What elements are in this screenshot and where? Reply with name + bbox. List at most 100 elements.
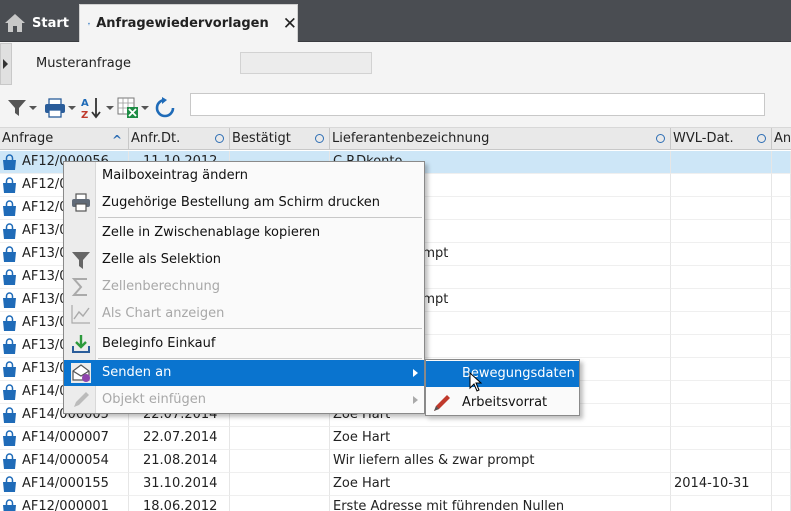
print-dropdown-button[interactable] <box>44 96 76 120</box>
table-cell-wvl[interactable] <box>671 289 772 312</box>
column-option-icon[interactable] <box>215 134 224 143</box>
refresh-button[interactable] <box>154 96 176 120</box>
table-cell-wvl[interactable] <box>671 312 772 335</box>
table-cell-wvl[interactable] <box>671 266 772 289</box>
table-cell-wvl[interactable] <box>671 358 772 381</box>
menu-item-arbeitsvorrat[interactable]: Arbeitsvorrat <box>426 390 579 416</box>
table-cell-an[interactable] <box>772 312 791 335</box>
table-cell-an[interactable] <box>772 243 791 266</box>
table-cell-anfrage[interactable]: AF14/000007 <box>0 427 129 450</box>
table-row[interactable]: AF14/000054 21.08.2014 Wir liefern alles &… <box>0 450 791 473</box>
menu-item-label: Arbeitsvorrat <box>462 395 548 410</box>
column-header-lieferant[interactable]: Lieferantenbezeichnung <box>330 128 671 150</box>
download-icon <box>72 335 90 353</box>
table-cell-an[interactable] <box>772 450 791 473</box>
table-cell-an[interactable] <box>772 197 791 220</box>
table-cell-anfrage[interactable]: AF12/000001 <box>0 496 129 511</box>
table-cell-an[interactable] <box>772 496 791 511</box>
column-option-icon[interactable] <box>656 134 665 143</box>
export-dropdown-button[interactable] <box>117 96 149 120</box>
table-row[interactable]: AF14/000007 22.07.2014 Zoe Hart <box>0 427 791 450</box>
table-cell-wvl[interactable] <box>671 174 772 197</box>
menu-item-zelle-als-selektion[interactable]: Zelle als Selektion <box>64 247 424 273</box>
table-cell-wvl[interactable] <box>671 381 772 404</box>
close-icon[interactable]: ✕ <box>283 14 297 34</box>
cell-text: 2014-10-31 <box>674 476 750 491</box>
table-cell-an[interactable] <box>772 174 791 197</box>
table-cell-wvl[interactable]: 2014-10-31 <box>671 473 772 496</box>
table-cell-lieferant[interactable]: Zoe Hart <box>330 427 671 450</box>
column-option-icon[interactable] <box>757 134 766 143</box>
menu-item-bestellung-drucken[interactable]: Zugehörige Bestellung am Schirm drucken <box>64 190 424 216</box>
table-cell-an[interactable] <box>772 404 791 427</box>
search-input[interactable] <box>190 93 765 116</box>
tab-start[interactable]: Start <box>4 8 69 38</box>
table-cell-an[interactable] <box>772 473 791 496</box>
menu-item-mailboxeintrag-aendern[interactable]: Mailboxeintrag ändern <box>64 163 424 189</box>
sort-dropdown-button[interactable]: A Z <box>80 96 114 120</box>
table-cell-bestaetigt[interactable] <box>230 496 330 511</box>
table-cell-an[interactable] <box>772 266 791 289</box>
column-header-anfrage[interactable]: Anfrage ^ <box>0 128 129 150</box>
cell-text: Erste Adresse mit führenden Nullen <box>333 499 565 511</box>
table-cell-anfrage[interactable]: AF14/000054 <box>0 450 129 473</box>
table-cell-wvl[interactable] <box>671 496 772 511</box>
form-header: Musteranfrage <box>0 42 791 88</box>
table-cell-an[interactable] <box>772 335 791 358</box>
column-header-an[interactable]: An <box>772 128 791 150</box>
table-cell-wvl[interactable] <box>671 220 772 243</box>
table-cell-lieferant[interactable]: Wir liefern alles & zwar prompt <box>330 450 671 473</box>
table-cell-datum[interactable]: 22.07.2014 <box>129 427 230 450</box>
column-header-wvl-dat[interactable]: WVL-Dat. <box>671 128 772 150</box>
table-cell-anfrage[interactable]: AF14/000155 <box>0 473 129 496</box>
chevron-down-icon <box>141 106 149 110</box>
cell-text: AF13/0 <box>22 223 68 238</box>
table-cell-datum[interactable]: 21.08.2014 <box>129 450 230 473</box>
table-cell-an[interactable] <box>772 220 791 243</box>
cell-text: Zoe Hart <box>333 430 391 445</box>
tab-start-label: Start <box>32 15 69 31</box>
shopping-bag-icon <box>3 407 16 423</box>
cell-text: 21.08.2014 <box>143 453 218 468</box>
cell-text: AF12/0 <box>22 200 68 215</box>
table-cell-wvl[interactable] <box>671 427 772 450</box>
table-row[interactable]: AF14/000155 31.10.2014 Zoe Hart 2014-10-31 <box>0 473 791 496</box>
menu-item-beleginfo-einkauf[interactable]: Beleginfo Einkauf <box>64 331 424 357</box>
table-cell-wvl[interactable] <box>671 335 772 358</box>
table-cell-wvl[interactable] <box>671 404 772 427</box>
tab-anfragewiedervorlagen[interactable]: Anfragewiedervorlagen ✕ <box>79 4 298 42</box>
table-cell-an[interactable] <box>772 381 791 404</box>
menu-item-zelle-kopieren[interactable]: Zelle in Zwischenablage kopieren <box>64 220 424 246</box>
cell-text: 18.06.2012 <box>143 499 218 511</box>
cell-text: Wir liefern alles & zwar prompt <box>333 453 535 468</box>
table-cell-bestaetigt[interactable] <box>230 473 330 496</box>
sidebar-toggle[interactable] <box>0 43 12 85</box>
table-cell-datum[interactable]: 31.10.2014 <box>129 473 230 496</box>
menu-item-bewegungsdaten[interactable]: Bewegungsdaten <box>426 361 579 387</box>
table-cell-lieferant[interactable]: Zoe Hart <box>330 473 671 496</box>
app-window: Start Anfragewiedervorlagen ✕ Musteranfr… <box>0 0 791 511</box>
table-cell-wvl[interactable] <box>671 151 772 174</box>
column-header-label: Bestätigt <box>232 131 291 146</box>
table-cell-wvl[interactable] <box>671 197 772 220</box>
table-cell-an[interactable] <box>772 358 791 381</box>
musteranfrage-field[interactable] <box>240 52 372 74</box>
table-cell-bestaetigt[interactable] <box>230 427 330 450</box>
table-cell-bestaetigt[interactable] <box>230 450 330 473</box>
column-header-bestaetigt[interactable]: Bestätigt <box>230 128 330 150</box>
table-cell-an[interactable] <box>772 427 791 450</box>
menu-item-senden-an[interactable]: Senden an <box>64 360 424 386</box>
table-cell-datum[interactable]: 18.06.2012 <box>129 496 230 511</box>
table-row[interactable]: AF12/000001 18.06.2012 Erste Adresse mit f… <box>0 496 791 511</box>
column-header-anfr-dt[interactable]: Anfr.Dt. <box>129 128 230 150</box>
menu-item-objekt-einfuegen: Objekt einfügen <box>64 387 424 413</box>
table-cell-an[interactable] <box>772 289 791 312</box>
filter-icon <box>8 100 26 116</box>
shopping-bag-icon <box>3 361 16 377</box>
column-option-icon[interactable] <box>315 134 324 143</box>
table-cell-wvl[interactable] <box>671 243 772 266</box>
table-cell-lieferant[interactable]: Erste Adresse mit führenden Nullen <box>330 496 671 511</box>
table-cell-wvl[interactable] <box>671 450 772 473</box>
filter-dropdown-button[interactable] <box>7 96 37 120</box>
table-cell-an[interactable] <box>772 151 791 174</box>
